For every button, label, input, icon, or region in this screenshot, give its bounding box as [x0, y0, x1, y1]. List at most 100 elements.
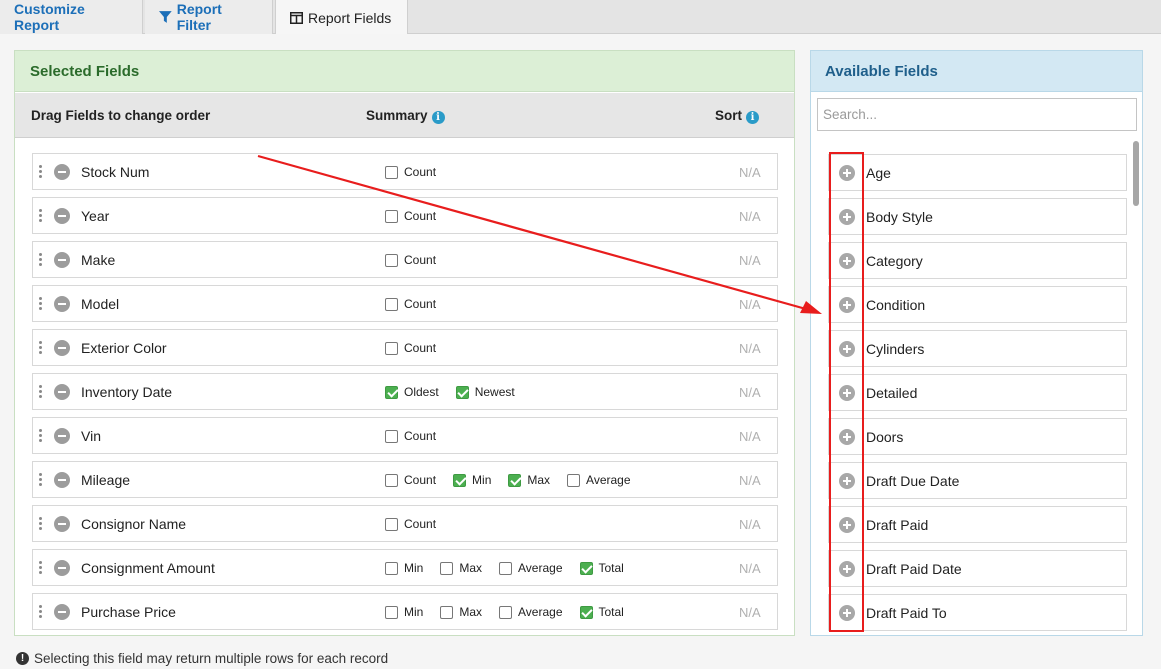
summary-checkbox[interactable]: [579, 561, 593, 575]
scrollbar[interactable]: [1132, 141, 1140, 635]
summary-checkbox[interactable]: [385, 473, 398, 487]
tab-report-filter[interactable]: Report Filter: [145, 0, 273, 34]
summary-checkbox[interactable]: [508, 473, 522, 487]
summary-checkbox[interactable]: [385, 517, 398, 531]
summary-option-max[interactable]: Max: [440, 561, 482, 575]
summary-option-max[interactable]: Max: [440, 605, 482, 619]
summary-option-max[interactable]: Max: [508, 473, 550, 487]
drag-handle-icon[interactable]: [39, 473, 43, 487]
remove-field-icon[interactable]: [54, 428, 70, 444]
summary-checkbox[interactable]: [385, 341, 398, 355]
summary-option-average[interactable]: Average: [499, 605, 563, 619]
drag-handle-icon[interactable]: [39, 517, 43, 531]
summary-option-count[interactable]: Count: [385, 429, 436, 443]
summary-option-oldest[interactable]: Oldest: [385, 385, 439, 399]
info-icon[interactable]: i: [431, 111, 445, 124]
add-field-icon[interactable]: [839, 605, 855, 621]
remove-field-icon[interactable]: [54, 296, 70, 312]
add-field-icon[interactable]: [839, 561, 855, 577]
drag-handle-icon[interactable]: [39, 297, 43, 311]
available-field-row[interactable]: Condition: [828, 286, 1127, 323]
summary-checkbox[interactable]: [385, 605, 398, 619]
remove-field-icon[interactable]: [54, 604, 70, 620]
available-field-row[interactable]: Body Style: [828, 198, 1127, 235]
selected-field-row[interactable]: Stock Num Count N/A: [32, 153, 778, 190]
scroll-thumb[interactable]: [1133, 141, 1139, 206]
summary-option-average[interactable]: Average: [499, 561, 563, 575]
summary-option-min[interactable]: Min: [453, 473, 491, 487]
summary-checkbox[interactable]: [385, 561, 398, 575]
summary-option-count[interactable]: Count: [385, 517, 436, 531]
summary-checkbox[interactable]: [453, 473, 467, 487]
drag-handle-icon[interactable]: [39, 165, 43, 179]
summary-checkbox[interactable]: [385, 385, 398, 399]
selected-field-row[interactable]: Mileage Count Min Max Average N/A: [32, 461, 778, 498]
summary-option-average[interactable]: Average: [567, 473, 631, 487]
available-field-row[interactable]: Draft Paid: [828, 506, 1127, 543]
drag-handle-icon[interactable]: [39, 341, 43, 355]
add-field-icon[interactable]: [839, 209, 855, 225]
remove-field-icon[interactable]: [54, 560, 70, 576]
summary-checkbox[interactable]: [567, 473, 581, 487]
remove-field-icon[interactable]: [54, 208, 70, 224]
available-field-row[interactable]: Draft Paid Date: [828, 550, 1127, 587]
summary-option-count[interactable]: Count: [385, 473, 436, 487]
summary-option-count[interactable]: Count: [385, 165, 436, 179]
remove-field-icon[interactable]: [54, 472, 70, 488]
summary-option-count[interactable]: Count: [385, 341, 436, 355]
summary-checkbox[interactable]: [499, 605, 513, 619]
add-field-icon[interactable]: [839, 429, 855, 445]
summary-checkbox[interactable]: [455, 385, 469, 399]
tab-report-fields[interactable]: Report Fields: [275, 0, 408, 35]
available-field-row[interactable]: Doors: [828, 418, 1127, 455]
search-input[interactable]: [817, 98, 1137, 131]
available-field-row[interactable]: Detailed: [828, 374, 1127, 411]
selected-field-row[interactable]: Inventory Date Oldest Newest N/A: [32, 373, 778, 410]
drag-handle-icon[interactable]: [39, 385, 43, 399]
drag-handle-icon[interactable]: [39, 429, 43, 443]
selected-field-row[interactable]: Consignor Name Count N/A: [32, 505, 778, 542]
summary-option-total[interactable]: Total: [579, 561, 624, 575]
add-field-icon[interactable]: [839, 341, 855, 357]
summary-option-count[interactable]: Count: [385, 253, 436, 267]
selected-field-row[interactable]: Vin Count N/A: [32, 417, 778, 454]
add-field-icon[interactable]: [839, 165, 855, 181]
summary-checkbox[interactable]: [385, 165, 398, 179]
selected-field-row[interactable]: Exterior Color Count N/A: [32, 329, 778, 366]
summary-option-total[interactable]: Total: [579, 605, 624, 619]
selected-field-row[interactable]: Make Count N/A: [32, 241, 778, 278]
summary-checkbox[interactable]: [385, 297, 398, 311]
add-field-icon[interactable]: [839, 517, 855, 533]
selected-field-row[interactable]: Model Count N/A: [32, 285, 778, 322]
summary-option-count[interactable]: Count: [385, 297, 436, 311]
summary-option-min[interactable]: Min: [385, 605, 423, 619]
summary-checkbox[interactable]: [385, 209, 398, 223]
selected-field-row[interactable]: Purchase Price Min Max Average Total N/A: [32, 593, 778, 630]
summary-checkbox[interactable]: [385, 429, 398, 443]
summary-option-min[interactable]: Min: [385, 561, 423, 575]
remove-field-icon[interactable]: [54, 384, 70, 400]
available-field-row[interactable]: Draft Paid To: [828, 594, 1127, 631]
summary-checkbox[interactable]: [499, 561, 513, 575]
drag-handle-icon[interactable]: [39, 209, 43, 223]
summary-checkbox[interactable]: [385, 253, 398, 267]
summary-checkbox[interactable]: [440, 605, 454, 619]
drag-handle-icon[interactable]: [39, 605, 43, 619]
drag-handle-icon[interactable]: [39, 561, 43, 575]
remove-field-icon[interactable]: [54, 340, 70, 356]
available-field-row[interactable]: Age: [828, 154, 1127, 191]
remove-field-icon[interactable]: [54, 516, 70, 532]
add-field-icon[interactable]: [839, 473, 855, 489]
summary-option-count[interactable]: Count: [385, 209, 436, 223]
selected-field-row[interactable]: Year Count N/A: [32, 197, 778, 234]
drag-handle-icon[interactable]: [39, 253, 43, 267]
available-field-row[interactable]: Cylinders: [828, 330, 1127, 367]
remove-field-icon[interactable]: [54, 164, 70, 180]
info-icon[interactable]: i: [746, 111, 759, 124]
selected-field-row[interactable]: Consignment Amount Min Max Average Total N/A: [32, 549, 778, 586]
tab-customize-report[interactable]: Customize Report: [0, 0, 143, 34]
add-field-icon[interactable]: [839, 385, 855, 401]
summary-checkbox[interactable]: [579, 605, 593, 619]
add-field-icon[interactable]: [839, 253, 855, 269]
summary-checkbox[interactable]: [440, 561, 454, 575]
